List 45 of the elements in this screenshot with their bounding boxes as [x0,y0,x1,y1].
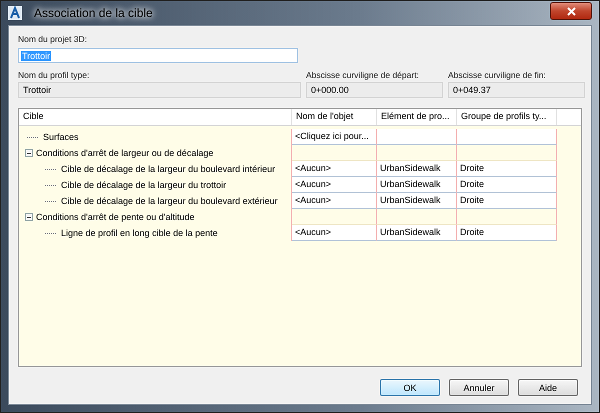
table-cell[interactable]: Droite [457,177,557,193]
dialog-button[interactable]: Aide [518,379,578,396]
tree-item[interactable]: Cible de décalage de la largeur du boulevard extérieur [61,196,278,206]
tree-item[interactable]: Surfaces [43,132,79,142]
readonly-field: Trottoir [18,82,301,98]
tree-line [45,232,57,234]
table-cell[interactable]: Droite [457,193,557,209]
readonly-field: 0+049.37 [448,82,585,98]
column-header[interactable]: Nom de l'objet [292,109,377,125]
table-cell[interactable]: <Cliquez ici pour... [292,129,377,145]
field-label: Abscisse curviligne de départ: [306,69,420,82]
table-cell[interactable]: <Aucun> [292,193,377,209]
collapse-icon[interactable] [25,213,33,221]
table-cell[interactable]: UrbanSidewalk [377,161,457,177]
table-cell[interactable]: UrbanSidewalk [377,193,457,209]
tree-line [45,200,57,202]
table-cell[interactable]: Droite [457,161,557,177]
column-header[interactable]: Groupe de profils ty... [457,109,557,125]
column-header[interactable]: Elément de pro... [377,109,457,125]
tree-item[interactable]: Cible de décalage de la largeur du boulevard intérieur [61,164,276,174]
field-label: Abscisse curviligne de fin: [448,69,547,82]
tree-line [45,184,57,186]
tree-item[interactable]: Cible de décalage de la largeur du trottoir [61,180,226,190]
table-cell[interactable]: <Aucun> [292,161,377,177]
readonly-field: 0+000.00 [306,82,443,98]
tree-item[interactable]: Ligne de profil en long cible de la pente [61,228,218,238]
table-cell[interactable]: Droite [457,225,557,241]
field-label: Nom du profil type: [18,69,90,82]
dialog-button[interactable]: OK [380,379,440,396]
table-cell[interactable]: UrbanSidewalk [377,177,457,193]
tree-item[interactable]: Conditions d'arrêt de largeur ou de décalage [36,148,214,158]
table-cell[interactable]: <Aucun> [292,177,377,193]
tree-line [45,168,57,170]
table-cell[interactable]: <Aucun> [292,225,377,241]
column-header[interactable]: Cible [19,109,292,125]
window-title: Association de la cible [33,6,154,20]
field-label: Nom du projet 3D: [18,33,88,46]
collapse-icon[interactable] [25,149,33,157]
close-icon [566,6,576,16]
app-logo-icon [8,6,22,20]
close-button[interactable] [550,2,592,20]
table-cell[interactable]: UrbanSidewalk [377,225,457,241]
dialog-button[interactable]: Annuler [449,379,509,396]
tree-line [27,136,39,138]
tree-item[interactable]: Conditions d'arrêt de pente ou d'altitude [36,212,195,222]
